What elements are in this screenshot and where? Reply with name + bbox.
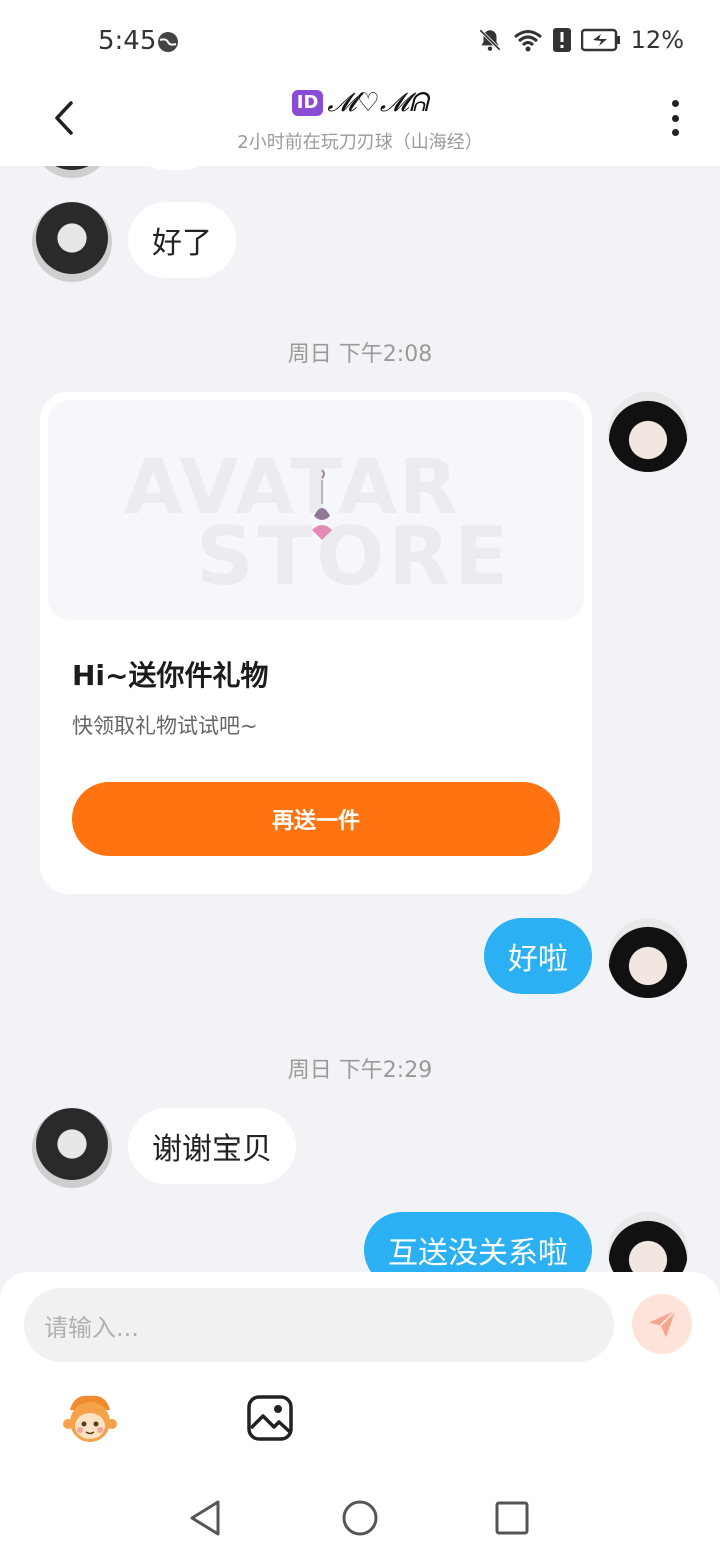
contact-name-text: 𝓜♡𝓜ᕱ xyxy=(327,87,429,118)
contact-avatar[interactable] xyxy=(32,166,112,178)
battery-charging-icon xyxy=(580,28,620,52)
globe-icon xyxy=(158,32,178,52)
bell-off-icon xyxy=(478,29,501,51)
alert-icon xyxy=(552,28,571,52)
gift-banner: AVATAR STORE xyxy=(48,400,584,620)
send-button[interactable] xyxy=(632,1294,692,1354)
message-bubble-outgoing[interactable]: 好啦 xyxy=(484,918,592,994)
gift-title: Hi~送你件礼物 xyxy=(72,659,269,692)
emoji-sticker-icon[interactable] xyxy=(60,1388,120,1448)
message-input[interactable]: 请输入... xyxy=(24,1288,614,1362)
back-button[interactable] xyxy=(44,98,84,138)
my-avatar[interactable] xyxy=(608,918,688,998)
my-avatar[interactable] xyxy=(608,392,688,472)
time-separator: 周日 下午2:29 xyxy=(287,1058,433,1083)
message-bubble-partial xyxy=(128,166,220,170)
gift-card[interactable]: AVATAR STORE Hi~送你件礼物 快领取礼物试试吧~ 再送一件 xyxy=(40,392,592,894)
nav-home-icon[interactable] xyxy=(340,1498,380,1538)
wifi-icon xyxy=(513,30,542,52)
gift-subtitle: 快领取礼物试试吧~ xyxy=(72,714,258,738)
time-separator: 周日 下午2:08 xyxy=(287,342,433,367)
image-icon[interactable] xyxy=(246,1394,294,1442)
contact-avatar[interactable] xyxy=(32,1108,112,1188)
status-bar: 5:45 12% xyxy=(0,0,720,84)
contact-name: ID 𝓜♡𝓜ᕱ xyxy=(291,84,429,122)
nav-recent-icon[interactable] xyxy=(494,1500,530,1536)
watermark-store: STORE xyxy=(196,510,513,603)
message-bubble-incoming[interactable]: 好了 xyxy=(128,202,236,278)
message-bubble-outgoing[interactable]: 互送没关系啦 xyxy=(364,1212,592,1272)
message-bubble-incoming[interactable]: 谢谢宝贝 xyxy=(128,1108,296,1184)
gift-charm-icon xyxy=(312,469,332,540)
more-options-button[interactable] xyxy=(660,96,690,140)
system-nav-bar xyxy=(0,1470,720,1560)
contact-status: 2小时前在玩刀刃球（山海经） xyxy=(237,132,483,153)
message-list[interactable]: 好了 周日 下午2:08 AVATAR STORE Hi~送你件礼物 快领取礼物… xyxy=(0,166,720,1272)
send-icon xyxy=(648,1309,677,1338)
my-avatar[interactable] xyxy=(608,1212,688,1272)
id-badge: ID xyxy=(291,90,324,116)
more-vertical-icon xyxy=(671,100,679,107)
status-time: 5:45 xyxy=(98,26,157,56)
send-another-gift-button[interactable]: 再送一件 xyxy=(72,782,560,856)
nav-back-icon[interactable] xyxy=(186,1498,226,1538)
chat-header: ID 𝓜♡𝓜ᕱ 2小时前在玩刀刃球（山海经） xyxy=(0,84,720,166)
chat-title-area[interactable]: ID 𝓜♡𝓜ᕱ 2小时前在玩刀刃球（山海经） xyxy=(180,84,540,154)
input-panel: 请输入... xyxy=(0,1272,720,1560)
battery-percent: 12% xyxy=(630,26,684,54)
contact-avatar[interactable] xyxy=(32,202,112,282)
chevron-left-icon xyxy=(55,101,73,135)
